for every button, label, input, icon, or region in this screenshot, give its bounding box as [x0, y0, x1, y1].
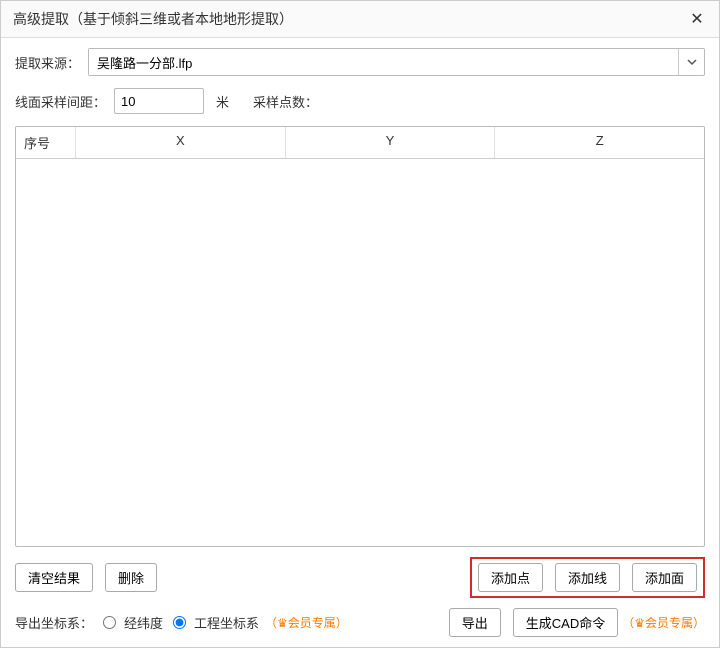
col-z[interactable]: Z	[495, 127, 704, 158]
cad-wrap: 生成CAD命令 （♛会员专属）	[513, 608, 705, 637]
interval-unit: 米	[216, 92, 229, 111]
bottom-row-1: 清空结果 删除 添加点 添加线 添加面	[15, 557, 705, 598]
gen-cad-button[interactable]: 生成CAD命令	[513, 608, 618, 637]
vip-badge-1: （♛会员专属）	[265, 614, 348, 631]
close-icon[interactable]: ✕	[687, 9, 707, 29]
coord-label: 导出坐标系：	[15, 613, 93, 632]
add-face-button[interactable]: 添加面	[632, 563, 697, 592]
source-input[interactable]	[89, 49, 678, 75]
clear-button[interactable]: 清空结果	[15, 563, 93, 592]
add-buttons-highlight: 添加点 添加线 添加面	[470, 557, 705, 598]
col-y[interactable]: Y	[286, 127, 496, 158]
bottom-right-2: 导出 生成CAD命令 （♛会员专属）	[449, 608, 705, 637]
titlebar: 高级提取（基于倾斜三维或者本地地形提取） ✕	[1, 1, 719, 38]
add-point-button[interactable]: 添加点	[478, 563, 543, 592]
source-combo[interactable]	[88, 48, 705, 76]
dialog-body: 提取来源： 线面采样间距： 米 采样点数： 序号 X Y Z	[1, 38, 719, 647]
vip-badge-2: （♛会员专属）	[622, 614, 705, 631]
radio-eng-label: 工程坐标系	[194, 613, 259, 632]
data-table: 序号 X Y Z	[15, 126, 705, 547]
coord-group: 导出坐标系： 经纬度 工程坐标系 （♛会员专属）	[15, 613, 348, 632]
chevron-down-icon[interactable]	[678, 49, 704, 75]
radio-eng[interactable]	[173, 616, 186, 629]
interval-row: 线面采样间距： 米 采样点数：	[15, 88, 705, 114]
delete-button[interactable]: 删除	[105, 563, 157, 592]
export-button[interactable]: 导出	[449, 608, 501, 637]
interval-input[interactable]	[114, 88, 204, 114]
add-line-button[interactable]: 添加线	[555, 563, 620, 592]
table-body	[16, 159, 704, 547]
radio-lonlat-label: 经纬度	[124, 613, 163, 632]
interval-label: 线面采样间距：	[15, 92, 106, 111]
dialog: 高级提取（基于倾斜三维或者本地地形提取） ✕ 提取来源： 线面采样间距： 米 采…	[0, 0, 720, 648]
source-label: 提取来源：	[15, 53, 80, 72]
source-row: 提取来源：	[15, 48, 705, 76]
radio-lonlat[interactable]	[103, 616, 116, 629]
col-seq[interactable]: 序号	[16, 127, 76, 158]
dialog-title: 高级提取（基于倾斜三维或者本地地形提取）	[13, 9, 293, 29]
table-header: 序号 X Y Z	[16, 127, 704, 159]
bottom-left-buttons: 清空结果 删除	[15, 563, 157, 592]
bottom-row-2: 导出坐标系： 经纬度 工程坐标系 （♛会员专属） 导出 生成CAD命令 （♛会员…	[15, 608, 705, 637]
col-x[interactable]: X	[76, 127, 286, 158]
sample-count-label: 采样点数：	[253, 92, 318, 111]
